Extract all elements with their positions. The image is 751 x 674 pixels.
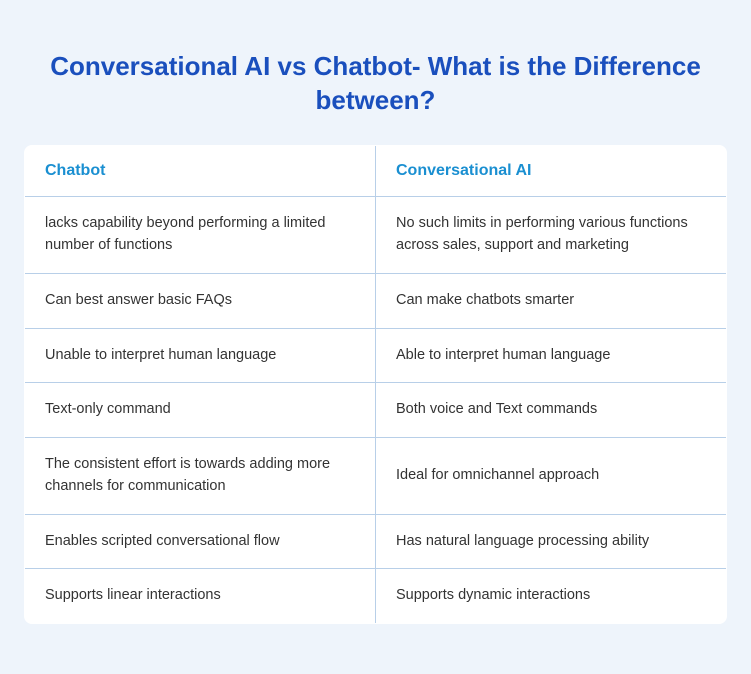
- cell-row2-col1: Unable to interpret human language: [25, 328, 376, 383]
- col1-header: Chatbot: [25, 146, 376, 197]
- cell-row4-col2: Ideal for omnichannel approach: [376, 438, 727, 515]
- cell-row4-col1: The consistent effort is towards adding …: [25, 438, 376, 515]
- cell-row5-col1: Enables scripted conversational flow: [25, 514, 376, 569]
- cell-row1-col1: Can best answer basic FAQs: [25, 273, 376, 328]
- col2-header: Conversational AI: [376, 146, 727, 197]
- page-title: Conversational AI vs Chatbot- What is th…: [24, 50, 727, 118]
- cell-row2-col2: Able to interpret human language: [376, 328, 727, 383]
- cell-row5-col2: Has natural language processing ability: [376, 514, 727, 569]
- cell-row6-col2: Supports dynamic interactions: [376, 569, 727, 624]
- table-row: Supports linear interactionsSupports dyn…: [25, 569, 727, 624]
- table-header-row: Chatbot Conversational AI: [25, 146, 727, 197]
- cell-row0-col1: lacks capability beyond performing a lim…: [25, 197, 376, 274]
- table-row: Enables scripted conversational flowHas …: [25, 514, 727, 569]
- cell-row6-col1: Supports linear interactions: [25, 569, 376, 624]
- page-container: Conversational AI vs Chatbot- What is th…: [24, 50, 727, 624]
- cell-row3-col2: Both voice and Text commands: [376, 383, 727, 438]
- cell-row1-col2: Can make chatbots smarter: [376, 273, 727, 328]
- table-row: Text-only commandBoth voice and Text com…: [25, 383, 727, 438]
- comparison-table: Chatbot Conversational AI lacks capabili…: [24, 145, 727, 624]
- cell-row3-col1: Text-only command: [25, 383, 376, 438]
- cell-row0-col2: No such limits in performing various fun…: [376, 197, 727, 274]
- table-row: Can best answer basic FAQsCan make chatb…: [25, 273, 727, 328]
- table-row: lacks capability beyond performing a lim…: [25, 197, 727, 274]
- table-row: The consistent effort is towards adding …: [25, 438, 727, 515]
- table-row: Unable to interpret human languageAble t…: [25, 328, 727, 383]
- table-body: lacks capability beyond performing a lim…: [25, 197, 727, 624]
